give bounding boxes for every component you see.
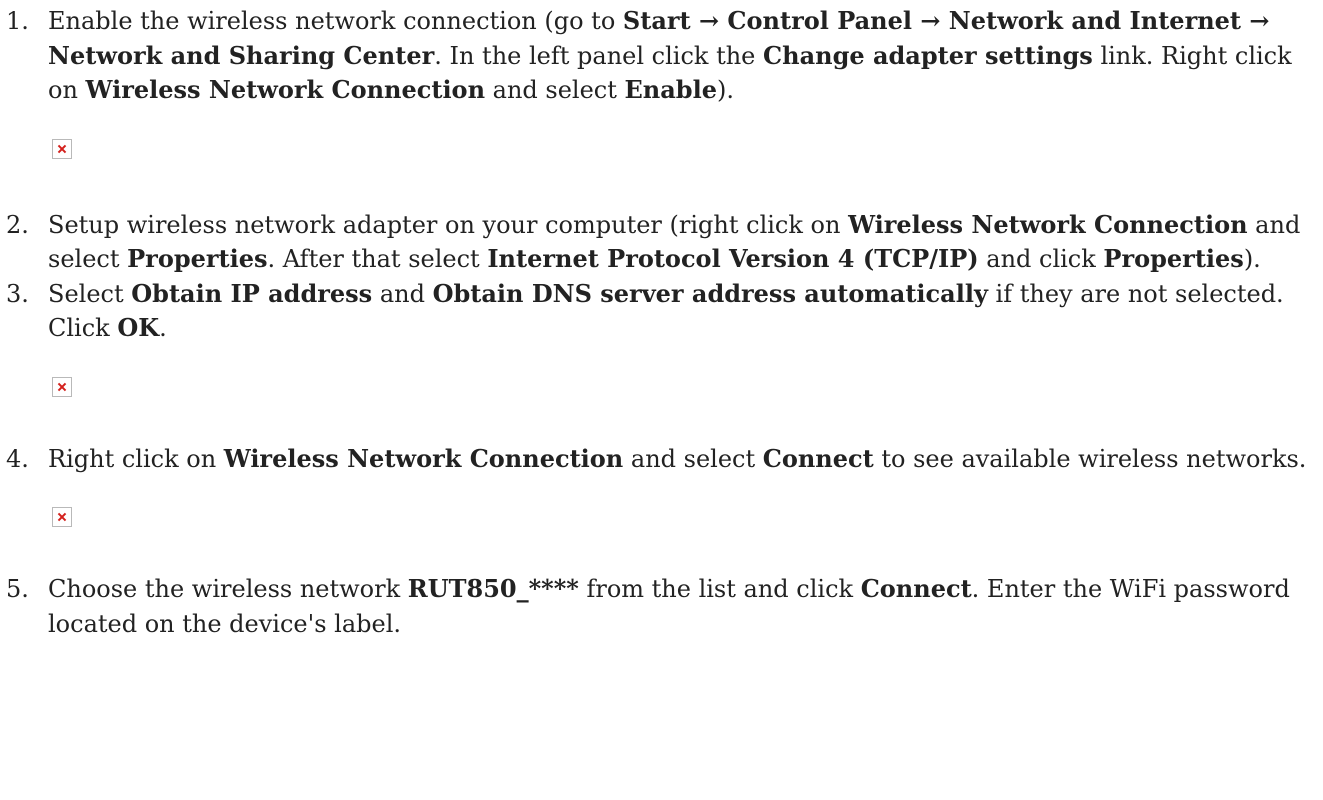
- step-bold-text: Properties: [1103, 244, 1244, 273]
- step-bold-text: Obtain IP address: [131, 278, 373, 308]
- step-plain-text: . In the left panel click the: [434, 41, 764, 70]
- step-number: 1.: [6, 7, 29, 35]
- step-plain-text: ).: [1243, 245, 1261, 273]
- step-plain-text: and: [372, 279, 433, 308]
- step-number: 2.: [6, 210, 29, 239]
- broken-image-icon: [52, 376, 72, 397]
- step-plain-text: Select: [48, 279, 132, 308]
- steps-list: 4. Right click on Wireless Network Conne…: [6, 442, 1307, 477]
- instructions-content: 1. Enable the wireless network connectio…: [0, 0, 1323, 641]
- steps-list: 5. Choose the wireless network RUT850_**…: [6, 572, 1307, 641]
- step-item: 4. Right click on Wireless Network Conne…: [6, 442, 1307, 477]
- step-bold-text: Connect: [762, 443, 874, 473]
- step-plain-text: Setup wireless network adapter on your c…: [48, 210, 849, 239]
- broken-image-icon: [52, 138, 72, 159]
- step-plain-text: and click: [978, 245, 1104, 273]
- step-bold-text: RUT850_****: [407, 574, 579, 603]
- step-plain-text: and select: [623, 444, 763, 473]
- step-plain-text: to see available wireless networks.: [873, 444, 1307, 473]
- step-item: 3. Select Obtain IP address and Obtain D…: [6, 277, 1307, 346]
- step-bold-text: Wireless Network Connection: [85, 75, 486, 104]
- step-bold-text: Obtain DNS server address automatically: [432, 278, 988, 308]
- step-text: Setup wireless network adapter on your c…: [48, 209, 1300, 274]
- step-number: 3.: [6, 279, 29, 308]
- step-item: 2. Setup wireless network adapter on you…: [6, 208, 1307, 277]
- step-plain-text: ).: [716, 76, 734, 104]
- step-plain-text: Right click on: [48, 444, 224, 473]
- step-item: 5. Choose the wireless network RUT850_**…: [6, 572, 1307, 641]
- broken-image-icon: [52, 507, 72, 527]
- step-item: 1. Enable the wireless network connectio…: [6, 4, 1307, 108]
- step-plain-text: . After that select: [267, 245, 488, 273]
- steps-list: 2. Setup wireless network adapter on you…: [6, 208, 1307, 346]
- step-bold-text: OK: [117, 313, 160, 342]
- step-number: 5.: [6, 575, 29, 603]
- step-plain-text: Choose the wireless network: [48, 575, 408, 603]
- step-bold-text: Enable: [624, 75, 717, 104]
- step-bold-text: Wireless Network Connection: [223, 443, 624, 473]
- step-plain-text: from the list and click: [578, 575, 861, 603]
- step-text: Right click on Wireless Network Connecti…: [48, 443, 1307, 473]
- step-bold-text: Wireless Network Connection: [848, 209, 1248, 239]
- step-bold-text: Internet Protocol Version 4 (TCP/IP): [487, 244, 979, 273]
- step-number: 4.: [6, 444, 29, 473]
- step-plain-text: Enable the wireless network connection (…: [48, 7, 623, 35]
- step-plain-text: .: [159, 314, 167, 342]
- step-bold-text: Connect: [860, 574, 972, 603]
- step-bold-text: Change adapter settings: [763, 40, 1093, 70]
- step-text: Enable the wireless network connection (…: [48, 6, 1292, 104]
- step-plain-text: and select: [485, 76, 625, 104]
- step-bold-text: Properties: [127, 244, 268, 273]
- step-text: Choose the wireless network RUT850_**** …: [48, 574, 1290, 638]
- steps-list: 1. Enable the wireless network connectio…: [6, 4, 1307, 108]
- step-text: Select Obtain IP address and Obtain DNS …: [48, 278, 1284, 343]
